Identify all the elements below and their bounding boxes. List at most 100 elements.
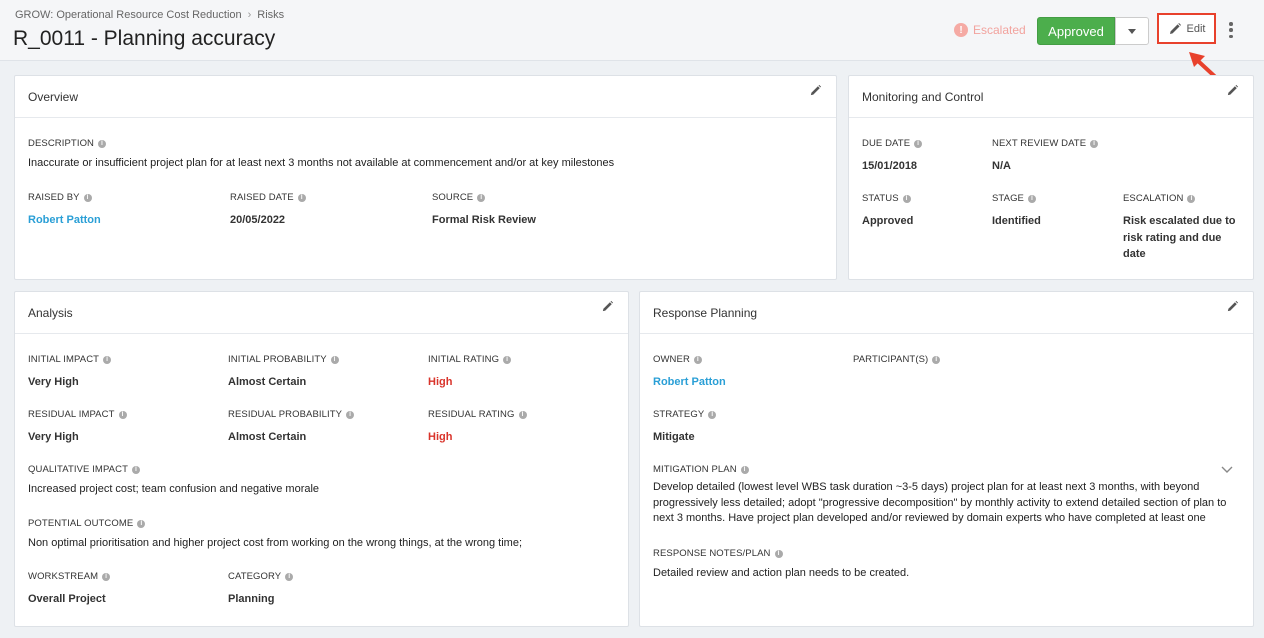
info-icon[interactable]: i [131, 465, 140, 474]
next-review-field: NEXT REVIEW DATE i N/A [992, 138, 1099, 175]
raised-by-link[interactable]: Robert Patton [28, 212, 101, 229]
info-icon[interactable]: i [902, 194, 911, 203]
status-dropdown-toggle[interactable] [1115, 17, 1149, 45]
escalation-value: Risk escalated due to risk rating and du… [1123, 215, 1236, 260]
residual-rating-field: RESIDUAL RATING i High [428, 409, 527, 446]
field-label: RESPONSE NOTES/PLAN [653, 548, 771, 559]
info-icon[interactable]: i [83, 193, 92, 202]
category-field: CATEGORY i Planning [228, 571, 294, 608]
workstream-field: WORKSTREAM i Overall Project [28, 571, 111, 608]
info-icon[interactable]: i [914, 139, 923, 148]
page-header: GROW: Operational Resource Cost Reductio… [0, 0, 1264, 61]
qualitative-impact-field: QUALITATIVE IMPACT i Increased project co… [28, 464, 608, 498]
escalated-label: Escalated [973, 23, 1026, 37]
info-icon[interactable]: i [103, 355, 112, 364]
info-icon[interactable]: i [477, 193, 486, 202]
source-value: Formal Risk Review [432, 214, 536, 226]
info-icon[interactable]: i [137, 519, 146, 528]
due-date-value: 15/01/2018 [862, 160, 918, 172]
approved-status-button[interactable]: Approved [1037, 17, 1115, 45]
qualitative-impact-value: Increased project cost; team confusion a… [28, 483, 320, 495]
initial-rating-field: INITIAL RATING i High [428, 354, 512, 391]
info-icon[interactable]: i [297, 193, 306, 202]
info-icon[interactable]: i [1187, 194, 1196, 203]
info-icon[interactable]: i [774, 549, 783, 558]
chevron-down-icon[interactable] [1221, 466, 1233, 474]
info-icon[interactable]: i [285, 572, 294, 581]
workstream-value: Overall Project [28, 593, 106, 605]
owner-field: OWNER i Robert Patton [653, 354, 726, 391]
card-title: Monitoring and Control [862, 89, 984, 104]
pencil-icon[interactable] [809, 84, 822, 97]
info-icon[interactable]: i [118, 410, 127, 419]
pencil-icon[interactable] [601, 300, 614, 313]
page-title: R_0011 - Planning accuracy [13, 27, 276, 50]
info-icon[interactable]: i [503, 355, 512, 364]
mitigation-plan-field: MITIGATION PLAN i Develop detailed (lowes… [653, 464, 1243, 527]
card-title: Overview [28, 89, 79, 104]
residual-probability-value: Almost Certain [228, 431, 307, 443]
info-icon[interactable]: i [708, 410, 717, 419]
field-label: QUALITATIVE IMPACT [28, 464, 128, 475]
more-options-icon[interactable] [1228, 22, 1234, 38]
card-header: Analysis [15, 292, 628, 334]
info-icon[interactable]: i [740, 465, 749, 474]
pencil-icon [1169, 22, 1181, 34]
mitigation-line: next 3 months. Have project plan develop… [653, 512, 1206, 524]
caret-down-icon [1128, 28, 1136, 34]
status-field: STATUS i Approved [862, 193, 913, 230]
potential-outcome-value: Non optimal prioritisation and higher pr… [28, 537, 523, 549]
field-label: INITIAL PROBABILITY [228, 354, 327, 365]
info-icon[interactable]: i [518, 410, 527, 419]
response-notes-value: Detailed review and action plan needs to… [653, 567, 910, 579]
field-label: ESCALATION [1123, 193, 1184, 204]
edit-label: Edit [1186, 22, 1206, 35]
field-label: RESIDUAL IMPACT [28, 409, 115, 420]
participants-field: PARTICIPANT(S) i [853, 354, 941, 365]
field-label: NEXT REVIEW DATE [992, 138, 1087, 149]
strategy-field: STRATEGY i Mitigate [653, 409, 717, 446]
field-label: RESIDUAL PROBABILITY [228, 409, 343, 420]
category-value: Planning [228, 593, 275, 605]
residual-rating-value: High [428, 431, 453, 443]
analysis-card: Analysis INITIAL IMPACT i Very High INITI… [14, 291, 629, 627]
initial-probability-value: Almost Certain [228, 376, 307, 388]
field-label: SOURCE [432, 192, 474, 203]
field-label: CATEGORY [228, 571, 282, 582]
info-icon[interactable]: i [693, 355, 702, 364]
field-label: STRATEGY [653, 409, 705, 420]
info-icon[interactable]: i [1090, 139, 1099, 148]
field-label: OWNER [653, 354, 690, 365]
info-icon[interactable]: i [1028, 194, 1036, 203]
pencil-icon[interactable] [1226, 300, 1239, 313]
field-label: RESIDUAL RATING [428, 409, 515, 420]
breadcrumb-parent[interactable]: GROW: Operational Resource Cost Reductio… [15, 9, 242, 21]
info-icon[interactable]: i [346, 410, 355, 419]
stage-field: STAGE i Identified [992, 193, 1041, 230]
status-value: Approved [862, 215, 914, 227]
info-icon[interactable]: i [102, 572, 111, 581]
escalation-field: ESCALATION i Risk escalated due to risk r… [1123, 193, 1243, 263]
field-label: STAGE [992, 193, 1024, 204]
field-label: MITIGATION PLAN [653, 464, 737, 475]
initial-rating-value: High [428, 376, 453, 388]
info-icon[interactable]: i [98, 139, 107, 148]
description-value: Inaccurate or insufficient project plan … [28, 157, 615, 169]
info-icon[interactable]: i [932, 355, 941, 364]
edit-button[interactable]: Edit [1157, 13, 1216, 44]
potential-outcome-field: POTENTIAL OUTCOME i Non optimal prioritis… [28, 518, 618, 552]
info-icon[interactable]: i [330, 355, 339, 364]
source-field: SOURCE i Formal Risk Review [432, 192, 536, 229]
mitigation-plan-value: Develop detailed (lowest level WBS task … [653, 480, 1243, 527]
escalated-status: ! Escalated [954, 23, 1026, 37]
field-label: PARTICIPANT(S) [853, 354, 929, 365]
pencil-icon[interactable] [1226, 84, 1239, 97]
breadcrumb-current[interactable]: Risks [257, 9, 284, 21]
strategy-value: Mitigate [653, 431, 695, 443]
initial-probability-field: INITIAL PROBABILITY i Almost Certain [228, 354, 339, 391]
initial-impact-value: Very High [28, 376, 79, 388]
description-field: DESCRIPTION i Inaccurate or insufficient … [28, 138, 818, 172]
residual-impact-field: RESIDUAL IMPACT i Very High [28, 409, 127, 446]
owner-link[interactable]: Robert Patton [653, 374, 726, 391]
next-review-value: N/A [992, 160, 1011, 172]
